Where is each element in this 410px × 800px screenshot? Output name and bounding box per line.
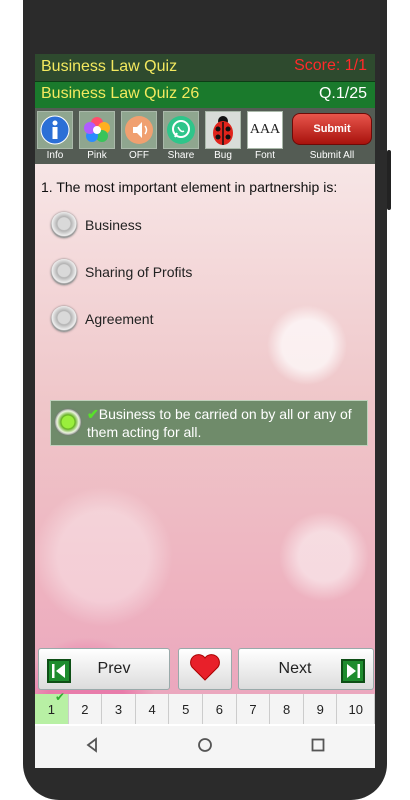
- quiz-title: Business Law Quiz 26: [41, 85, 200, 102]
- share-label: Share: [167, 150, 195, 161]
- app-title: Business Law Quiz: [41, 58, 178, 75]
- page-3[interactable]: 3: [102, 694, 136, 724]
- share-icon: [163, 111, 199, 149]
- page-number: 2: [81, 701, 89, 717]
- favorite-button[interactable]: [178, 648, 232, 690]
- page-2[interactable]: 2: [68, 694, 103, 724]
- option-2[interactable]: Sharing of Profits: [51, 259, 361, 285]
- option-label: Business to be carried on by all or any …: [87, 406, 352, 440]
- option-label: Agreement: [85, 311, 154, 327]
- page-number: 7: [249, 701, 257, 717]
- bug-report-button[interactable]: Bug: [203, 109, 243, 163]
- recents-icon[interactable]: [310, 737, 326, 758]
- answered-check-icon: ✔: [55, 690, 66, 704]
- navigation-bar: Prev Next: [35, 646, 375, 692]
- next-label: Next: [278, 660, 312, 677]
- back-icon[interactable]: [84, 736, 100, 758]
- page-10[interactable]: 10: [337, 694, 375, 724]
- info-label: Info: [46, 150, 64, 161]
- page-selector: 1 ✔ 2 3 4 5 6 7 8 9 10: [35, 690, 375, 726]
- flower-icon: [79, 111, 115, 149]
- page-number: 4: [148, 701, 156, 717]
- quiz-header: Business Law Quiz 26 Q.1/25: [35, 81, 375, 108]
- info-icon: [37, 111, 73, 149]
- submit-badge: Submit: [292, 113, 372, 145]
- heart-icon: [189, 653, 221, 686]
- font-icon: AAA: [247, 111, 283, 149]
- ladybug-icon: [205, 111, 241, 149]
- next-arrow-icon: [341, 659, 365, 683]
- page-number: 10: [348, 701, 363, 717]
- home-icon[interactable]: [197, 737, 213, 758]
- pink-theme-button[interactable]: Pink: [77, 109, 117, 163]
- submit-all-button[interactable]: Submit Submit All: [289, 109, 375, 163]
- question-area: 1. The most important element in partner…: [35, 164, 375, 768]
- radio-button-selected[interactable]: [55, 409, 81, 435]
- prev-label: Prev: [97, 660, 131, 677]
- page-7[interactable]: 7: [236, 694, 271, 724]
- next-button[interactable]: Next: [238, 648, 374, 690]
- page-6[interactable]: 6: [203, 694, 237, 724]
- font-icon-text: AAA: [249, 122, 281, 137]
- option-1[interactable]: Business: [51, 212, 361, 238]
- radio-button[interactable]: [51, 306, 77, 332]
- question-text: 1. The most important element in partner…: [41, 179, 338, 195]
- info-button[interactable]: Info: [35, 109, 75, 163]
- option-3[interactable]: Agreement: [51, 306, 361, 332]
- radio-button[interactable]: [51, 259, 77, 285]
- sound-toggle-button[interactable]: OFF: [119, 109, 159, 163]
- checkmark-icon: ✔: [87, 406, 99, 422]
- share-button[interactable]: Share: [161, 109, 201, 163]
- radio-button[interactable]: [51, 212, 77, 238]
- toolbar: Info Pink OFF Share Bug AAA Font Submit …: [35, 108, 375, 164]
- pink-label: Pink: [87, 150, 107, 161]
- font-label: Font: [254, 150, 275, 161]
- option-4-selected[interactable]: ✔Business to be carried on by all or any…: [50, 400, 368, 446]
- bug-label: Bug: [214, 150, 232, 161]
- speaker-icon: [121, 111, 157, 149]
- sound-label: OFF: [129, 150, 149, 161]
- page-number: 8: [282, 701, 291, 717]
- option-label-wrap: ✔Business to be carried on by all or any…: [87, 405, 363, 441]
- system-nav-bar: [35, 726, 375, 768]
- top-header: Business Law Quiz Score: 1/1: [35, 54, 375, 81]
- page-number: 9: [316, 701, 324, 717]
- app-screen: Business Law Quiz Score: 1/1 Business La…: [35, 54, 375, 768]
- score-display: Score: 1/1: [294, 57, 367, 74]
- page-9[interactable]: 9: [303, 694, 338, 724]
- page-number: 1: [47, 701, 55, 717]
- font-size-button[interactable]: AAA Font: [245, 109, 285, 163]
- page-5[interactable]: 5: [169, 694, 204, 724]
- page-4[interactable]: 4: [135, 694, 170, 724]
- submit-all-label: Submit All: [309, 150, 355, 161]
- question-counter: Q.1/25: [318, 85, 367, 102]
- prev-button[interactable]: Prev: [38, 648, 170, 690]
- page-number: 3: [114, 701, 123, 717]
- page-8[interactable]: 8: [270, 694, 304, 724]
- option-label: Sharing of Profits: [85, 264, 193, 280]
- page-number: 6: [215, 701, 223, 717]
- prev-arrow-icon: [47, 659, 71, 683]
- page-1[interactable]: 1 ✔: [35, 690, 69, 724]
- option-label: Business: [85, 217, 142, 233]
- page-number: 5: [182, 701, 190, 717]
